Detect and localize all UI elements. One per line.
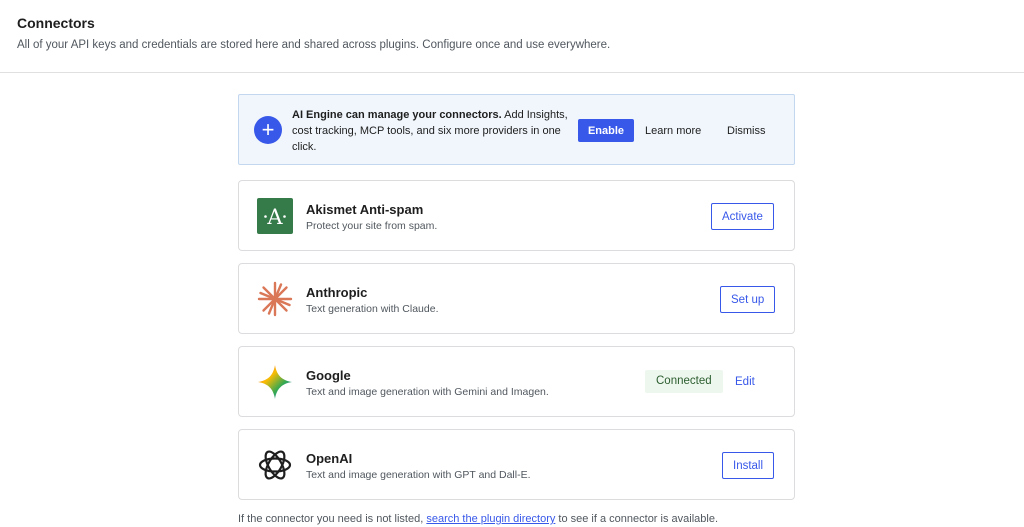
learn-more-button[interactable]: Learn more: [645, 119, 701, 142]
gemini-logo-icon: [258, 365, 292, 399]
banner-message: AI Engine can manage your connectors. Ad…: [292, 107, 572, 155]
connector-description: Protect your site from spam.: [306, 220, 438, 232]
connector-card-anthropic: Anthropic Text generation with Claude. S…: [238, 263, 795, 334]
plugin-directory-link[interactable]: search the plugin directory: [426, 513, 555, 525]
enable-button[interactable]: Enable: [578, 119, 634, 142]
ai-engine-banner: + AI Engine can manage your connectors. …: [238, 94, 795, 165]
plus-icon: +: [254, 116, 282, 144]
install-button[interactable]: Install: [722, 452, 775, 479]
openai-logo-icon: [258, 450, 292, 480]
edit-button[interactable]: Edit: [735, 370, 755, 393]
connector-description: Text and image generation with Gemini an…: [306, 386, 549, 398]
akismet-logo-icon: A: [257, 198, 293, 234]
activate-button[interactable]: Activate: [711, 203, 774, 230]
connector-description: Text and image generation with GPT and D…: [306, 469, 531, 481]
connector-name: OpenAI: [306, 451, 353, 466]
connected-status-badge: Connected: [645, 370, 723, 393]
connectors-main: + AI Engine can manage your connectors. …: [238, 94, 795, 500]
anthropic-logo-icon: [257, 281, 293, 317]
dismiss-button[interactable]: Dismiss: [727, 119, 766, 142]
connector-description: Text generation with Claude.: [306, 303, 439, 315]
footer-note: If the connector you need is not listed,…: [238, 513, 718, 525]
connector-name: Akismet Anti-spam: [306, 202, 424, 217]
set-up-button[interactable]: Set up: [720, 286, 776, 313]
page-header: Connectors All of your API keys and cred…: [0, 0, 1024, 73]
svg-text:A: A: [266, 205, 283, 229]
connector-card-google: Google Text and image generation with Ge…: [238, 346, 795, 417]
banner-message-bold: AI Engine can manage your connectors.: [292, 109, 502, 121]
footer-text-after: to see if a connector is available.: [555, 513, 719, 525]
connector-name: Anthropic: [306, 285, 368, 300]
page-title: Connectors: [17, 15, 95, 31]
page-subtitle: All of your API keys and credentials are…: [17, 39, 611, 51]
connector-card-akismet: A Akismet Anti-spam Protect your site fr…: [238, 180, 795, 251]
connector-card-openai: OpenAI Text and image generation with GP…: [238, 429, 795, 500]
connector-name: Google: [306, 368, 351, 383]
footer-text-before: If the connector you need is not listed,: [238, 513, 427, 525]
